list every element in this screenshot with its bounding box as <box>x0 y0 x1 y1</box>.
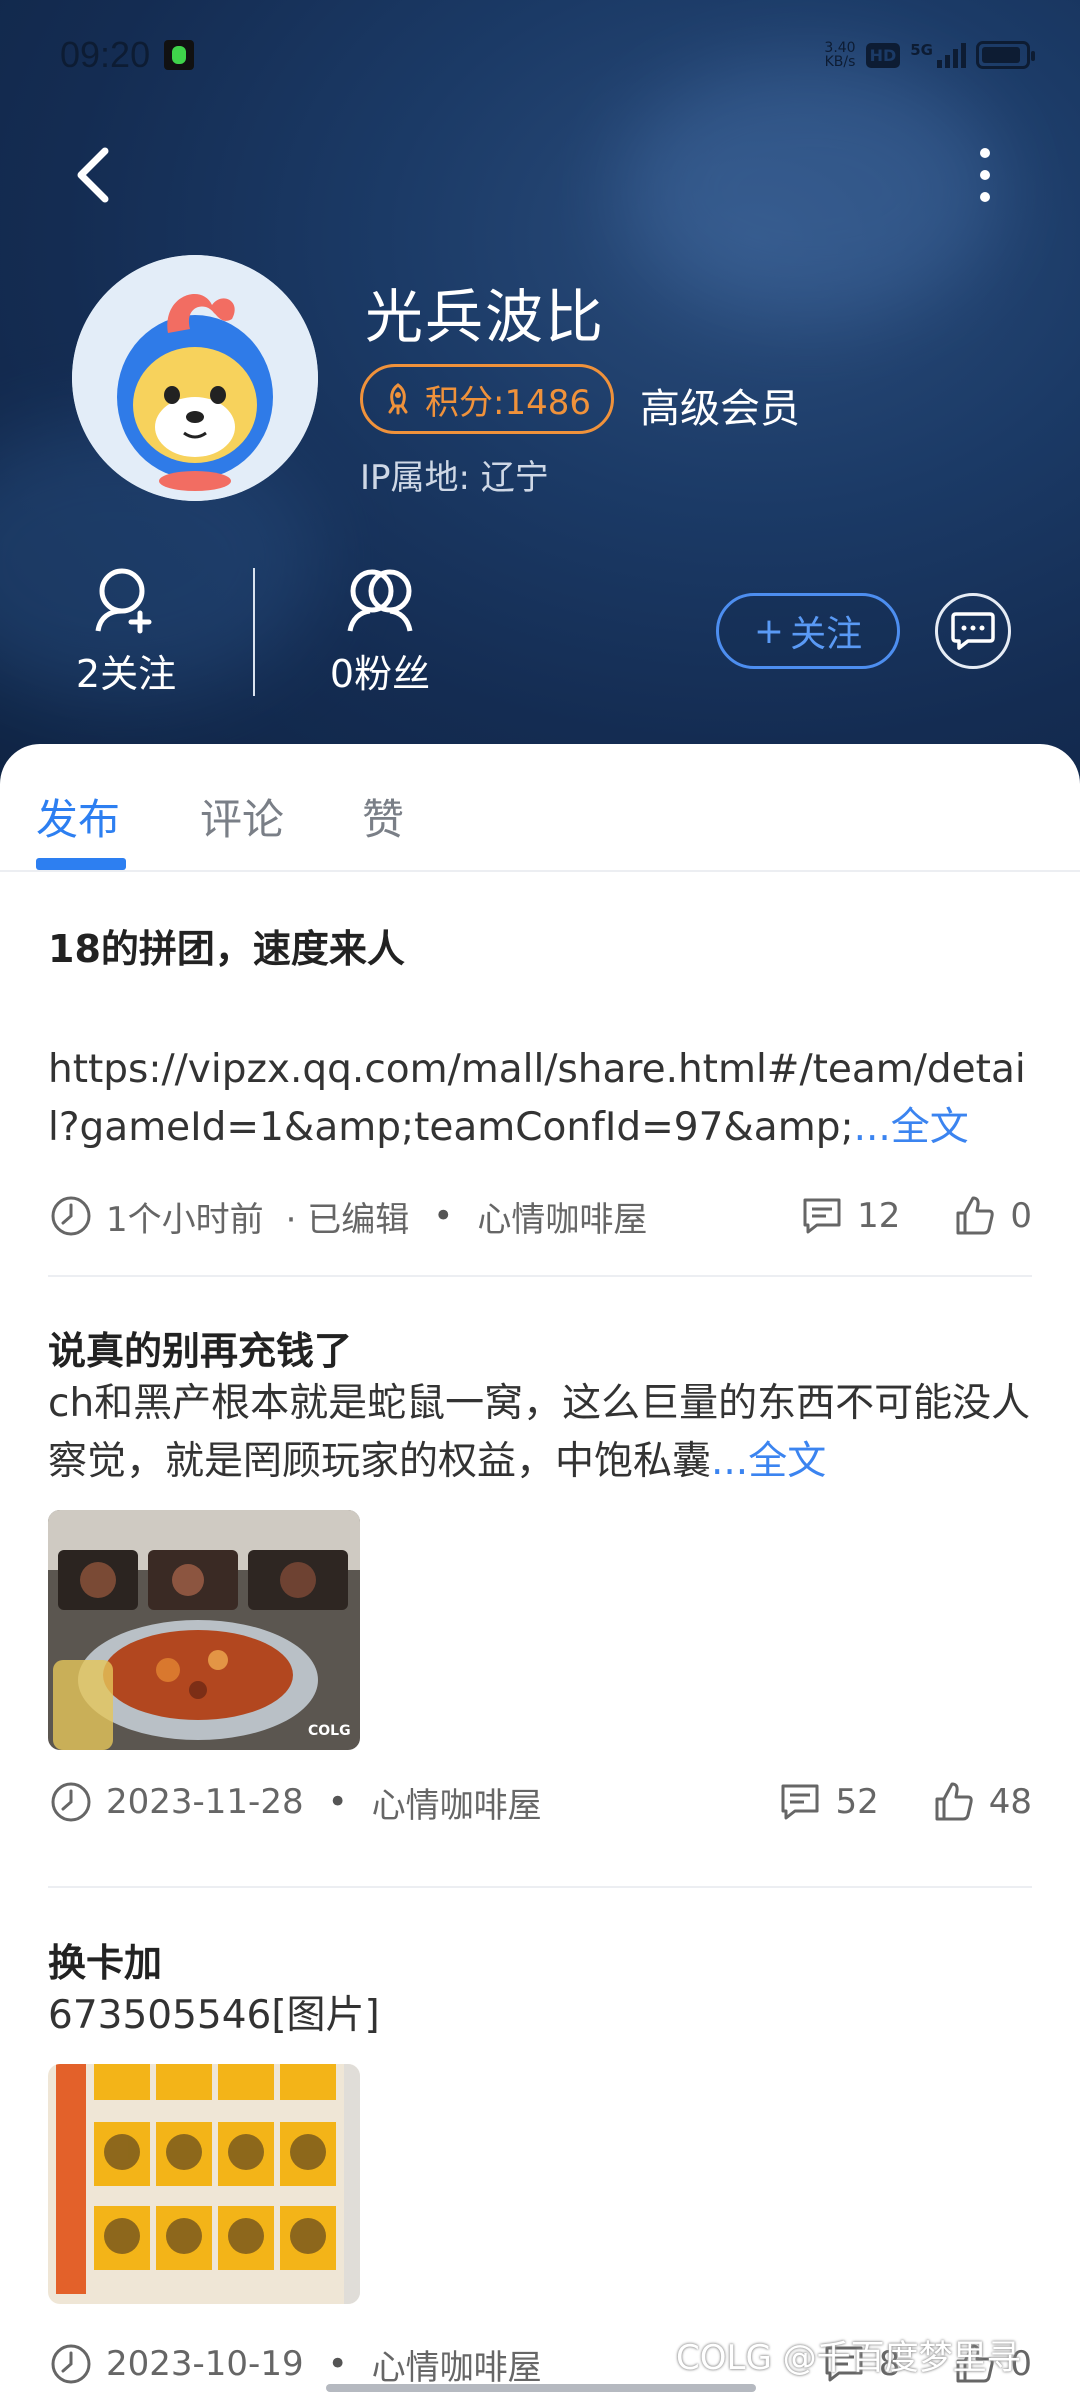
clock-icon <box>51 1196 91 1236</box>
post-time: 1个小时前 <box>106 1199 264 1240</box>
hd-badge: HD <box>865 42 901 68</box>
comment-count[interactable]: 52 <box>777 1779 879 1825</box>
chat-icon <box>951 612 995 650</box>
users-icon <box>347 569 413 632</box>
ip-location: IP属地: 辽宁 <box>360 458 549 498</box>
read-more-link[interactable]: ...全文 <box>711 1439 826 1484</box>
clock-icon <box>51 2344 91 2384</box>
follow-button[interactable]: + 关注 <box>716 593 900 669</box>
post-item[interactable]: 18的拼团，速度来人 https://vipzx.qq.com/mall/sha… <box>48 918 1032 1240</box>
meta-dot: • <box>327 1782 348 1822</box>
post-time: 2023-10-19 <box>106 2344 304 2384</box>
svg-text:COLG: COLG <box>308 1723 351 1739</box>
comment-count[interactable]: 12 <box>799 1193 900 1239</box>
read-more-link[interactable]: ...全文 <box>854 1105 969 1150</box>
post-item[interactable]: 说真的别再充钱了 ch和黑产根本就是蛇鼠一窝，这么巨量的东西不可能没人察觉，就是… <box>48 1320 1032 1826</box>
signal-icon <box>937 42 966 68</box>
profile-header: 09:20 3.40 KB/s HD 5G 光兵波比 积分:1486 高级会员 … <box>0 0 1080 790</box>
tab-likes[interactable]: 赞 <box>362 786 404 847</box>
post-divider <box>48 1886 1032 1888</box>
post-divider <box>48 1275 1032 1277</box>
meta-dot: • <box>433 1196 454 1236</box>
network-speed: 3.40 KB/s <box>824 40 856 70</box>
tab-bar: 发布 评论 赞 <box>0 744 1080 872</box>
thumbs-up-icon <box>956 1196 995 1235</box>
username: 光兵波比 <box>365 285 606 350</box>
post-title: 换卡加 <box>48 1941 163 1985</box>
following-stat[interactable]: 2关注 <box>56 565 196 698</box>
post-meta: 1个小时前 · 已编辑 • 心情咖啡屋 12 0 <box>48 1186 1032 1246</box>
post-body: ch和黑产根本就是蛇鼠一窝，这么巨量的东西不可能没人察觉，就是罔顾玩家的权益，中… <box>48 1375 1032 1491</box>
more-options-button[interactable] <box>950 140 1020 210</box>
network-type: 5G <box>910 41 933 59</box>
rocket-icon <box>388 383 408 415</box>
notification-app-icon <box>164 40 195 70</box>
comment-icon <box>803 1198 841 1234</box>
member-level: 高级会员 <box>640 386 800 432</box>
followers-stat[interactable]: 0粉丝 <box>310 565 450 698</box>
status-time: 09:20 <box>60 34 151 75</box>
followers-count: 0粉丝 <box>329 652 431 696</box>
watermark: COLG @千百度梦里寻 <box>676 2338 1021 2378</box>
post-title: 18的拼团，速度来人 <box>48 927 405 971</box>
post-body: 673505546[图片] <box>48 1993 380 2038</box>
message-button[interactable] <box>935 593 1011 669</box>
avatar[interactable] <box>72 255 318 501</box>
user-plus-icon <box>95 568 152 634</box>
post-item[interactable]: 换卡加 673505546[图片] 2023-10-19 • 心情咖啡屋 8 0 <box>48 1932 1032 2388</box>
clock-icon <box>51 1782 91 1822</box>
post-board[interactable]: 心情咖啡屋 <box>372 1778 542 1827</box>
active-tab-indicator <box>36 858 126 870</box>
stat-divider <box>253 568 255 696</box>
content-panel: 发布 评论 赞 18的拼团，速度来人 https://vipzx.qq.com/… <box>0 744 1080 2400</box>
post-image[interactable] <box>48 2064 360 2304</box>
battery-icon <box>976 41 1035 69</box>
post-body: https://vipzx.qq.com/mall/share.html#/te… <box>48 1041 1032 1157</box>
edited-label: · 已编辑 <box>285 1199 410 1240</box>
like-count[interactable]: 0 <box>952 1193 1032 1239</box>
post-board[interactable]: 心情咖啡屋 <box>477 1192 647 1241</box>
status-bar: 09:20 3.40 KB/s HD 5G <box>60 30 1035 80</box>
following-count: 2关注 <box>75 652 177 696</box>
post-meta: 2023-11-28 • 心情咖啡屋 52 48 <box>48 1772 1032 1832</box>
post-time: 2023-11-28 <box>106 1782 304 1822</box>
back-button[interactable] <box>58 140 128 210</box>
thumbs-up-icon <box>935 1782 973 1821</box>
post-text: ch和黑产根本就是蛇鼠一窝，这么巨量的东西不可能没人察觉，就是罔顾玩家的权益，中… <box>48 1381 1031 1484</box>
post-board[interactable]: 心情咖啡屋 <box>372 2340 542 2389</box>
chevron-left-icon <box>77 147 109 203</box>
tab-posts[interactable]: 发布 <box>36 786 120 847</box>
points-value: 积分:1486 <box>425 382 591 423</box>
tab-comments[interactable]: 评论 <box>200 786 284 847</box>
plus-icon: + <box>753 610 785 652</box>
comment-icon <box>781 1784 819 1820</box>
post-title: 说真的别再充钱了 <box>48 1329 353 1373</box>
follow-label: 关注 <box>790 614 863 655</box>
meta-dot: • <box>327 2344 348 2384</box>
post-image[interactable]: COLG <box>48 1510 360 1750</box>
like-count[interactable]: 48 <box>931 1779 1032 1825</box>
points-badge[interactable]: 积分:1486 <box>360 364 614 434</box>
home-indicator[interactable] <box>326 2384 756 2392</box>
